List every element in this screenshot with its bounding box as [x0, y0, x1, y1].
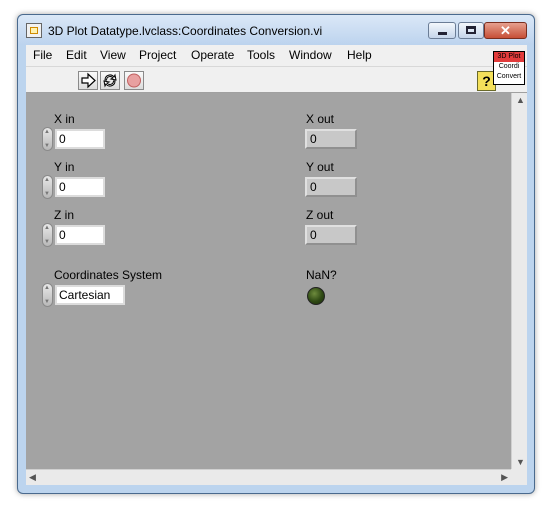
z-out-label: Z out — [306, 208, 334, 222]
front-panel: X in 0 Y in 0 Z in 0 Coordinates System … — [26, 93, 511, 469]
run-continuously-icon — [103, 73, 117, 88]
menu-bar: File Edit View Project Operate Tools Win… — [26, 45, 527, 66]
vi-icon-line3: Convert — [496, 73, 522, 80]
toolbar: ? — [26, 66, 527, 93]
window-title: 3D Plot Datatype.lvclass:Coordinates Con… — [48, 24, 323, 38]
vertical-scrollbar[interactable]: ▲ ▼ — [511, 93, 527, 469]
x-in-increment-decrement[interactable] — [42, 127, 53, 151]
scroll-down-icon[interactable]: ▼ — [516, 457, 525, 467]
maximize-button[interactable] — [458, 22, 484, 39]
coordinates-system-label: Coordinates System — [54, 268, 163, 282]
run-continuously-button[interactable] — [100, 71, 120, 90]
close-button[interactable]: ✕ — [484, 22, 527, 39]
z-in-label: Z in — [54, 208, 75, 222]
y-in-label: Y in — [54, 160, 75, 174]
vi-icon-line2: Coordi — [498, 63, 520, 70]
title-bar[interactable]: 3D Plot Datatype.lvclass:Coordinates Con… — [18, 15, 534, 45]
vi-window: 3D Plot Datatype.lvclass:Coordinates Con… — [17, 14, 535, 494]
run-button[interactable] — [78, 71, 98, 90]
z-in-field[interactable]: 0 — [55, 225, 105, 245]
run-arrow-icon — [81, 72, 96, 89]
scroll-left-icon[interactable]: ◀ — [29, 472, 36, 483]
menu-edit[interactable]: Edit — [66, 48, 87, 62]
y-in-field[interactable]: 0 — [55, 177, 105, 197]
x-in-field[interactable]: 0 — [55, 129, 105, 149]
close-icon: ✕ — [500, 23, 511, 38]
y-in-increment-decrement[interactable] — [42, 175, 53, 199]
scroll-up-icon[interactable]: ▲ — [516, 95, 525, 105]
x-out-label: X out — [306, 112, 335, 126]
menu-window[interactable]: Window — [289, 48, 332, 62]
labview-vi-icon — [26, 23, 42, 38]
y-out-indicator: 0 — [305, 177, 357, 197]
scrollbar-corner — [511, 469, 527, 485]
y-out-label: Y out — [306, 160, 334, 174]
nan-label: NaN? — [306, 268, 337, 282]
horizontal-scrollbar[interactable]: ◀ ▶ — [26, 469, 511, 485]
menu-help[interactable]: Help — [347, 48, 372, 62]
x-in-label: X in — [54, 112, 75, 126]
z-out-indicator: 0 — [305, 225, 357, 245]
menu-tools[interactable]: Tools — [247, 48, 275, 62]
minimize-icon — [438, 32, 447, 35]
x-out-indicator: 0 — [305, 129, 357, 149]
menu-view[interactable]: View — [100, 48, 126, 62]
minimize-button[interactable] — [428, 22, 456, 39]
abort-execution-icon — [127, 73, 141, 88]
scroll-right-icon[interactable]: ▶ — [501, 472, 508, 483]
vi-connector-icon[interactable]: 3D Plot Coordi Convert — [493, 51, 525, 85]
nan-led-indicator — [307, 287, 325, 305]
z-in-increment-decrement[interactable] — [42, 223, 53, 247]
coordinates-system-ring-arrows[interactable] — [42, 283, 53, 307]
maximize-icon — [466, 26, 476, 34]
vi-icon-line1: 3D Plot — [494, 52, 524, 62]
menu-file[interactable]: File — [33, 48, 52, 62]
menu-project[interactable]: Project — [139, 48, 176, 62]
abort-button[interactable] — [124, 71, 144, 90]
coordinates-system-ring[interactable]: Cartesian — [55, 285, 125, 305]
menu-operate[interactable]: Operate — [191, 48, 234, 62]
